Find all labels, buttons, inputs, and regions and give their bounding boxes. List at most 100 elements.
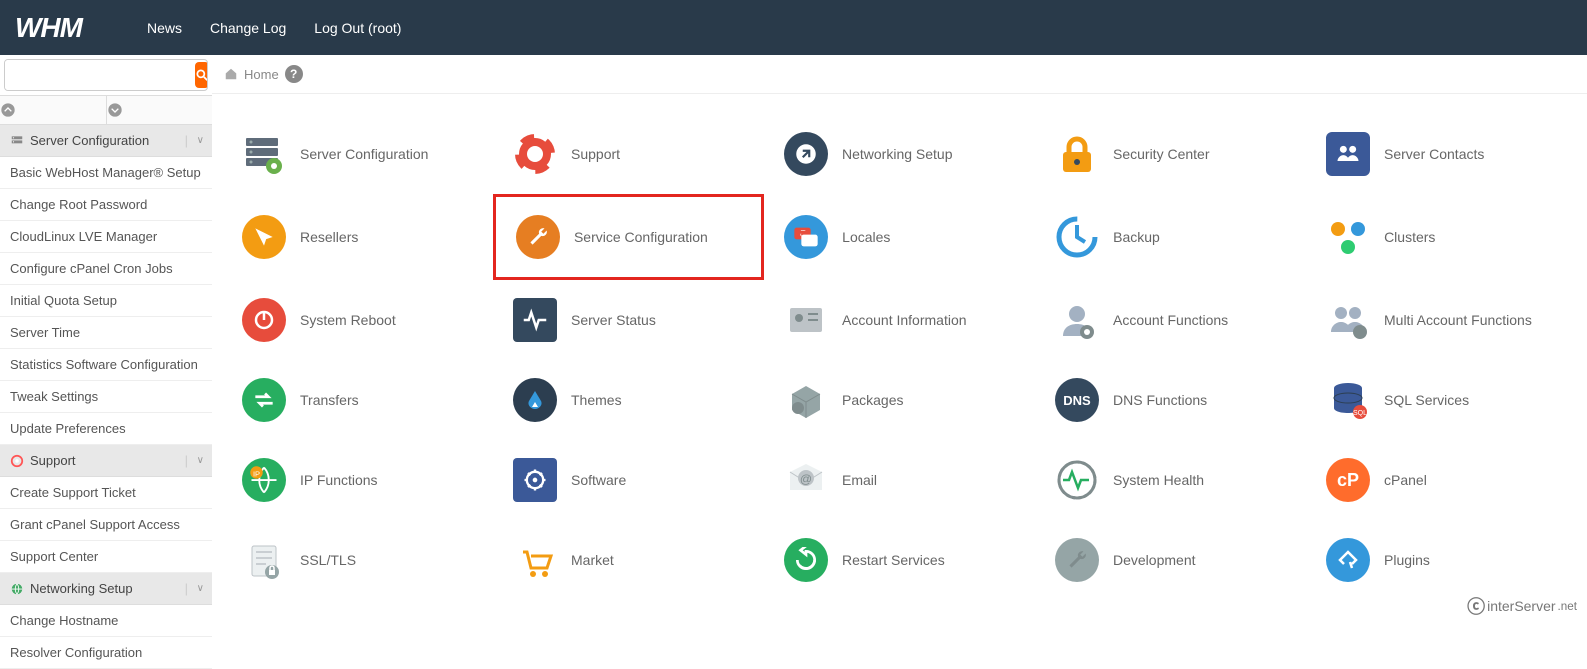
category-label: Service Configuration (574, 229, 708, 245)
sidebar-item[interactable]: Change Hostname (0, 605, 212, 637)
category-tile[interactable]: Account Information (764, 280, 1035, 360)
sidebar-item[interactable]: Grant cPanel Support Access (0, 509, 212, 541)
sidebar-item[interactable]: Basic WebHost Manager® Setup (0, 157, 212, 189)
sidebar-item[interactable]: CloudLinux LVE Manager (0, 221, 212, 253)
category-label: SQL Services (1384, 392, 1469, 408)
chevron-up-circle-icon (0, 102, 16, 118)
category-label: Server Configuration (300, 146, 428, 162)
category-label: Multi Account Functions (1384, 312, 1532, 328)
breadcrumb: Home ? (212, 55, 1587, 94)
sidebar-item[interactable]: Tweak Settings (0, 381, 212, 413)
category-label: Email (842, 472, 877, 488)
sidebar-section-header[interactable]: Server Configuration|∨ (0, 125, 212, 157)
sidebar-item[interactable]: Resolver Configuration (0, 637, 212, 669)
category-tile[interactable]: Server Status (493, 280, 764, 360)
category-tile[interactable]: Market (493, 520, 764, 600)
category-label: Plugins (1384, 552, 1430, 568)
category-tile[interactable]: Account Functions (1035, 280, 1306, 360)
category-tile[interactable]: System Health (1035, 440, 1306, 520)
category-label: Account Information (842, 312, 967, 328)
category-tile[interactable]: @ Email (764, 440, 1035, 520)
category-tile[interactable]: Transfers (222, 360, 493, 440)
category-tile[interactable]: DNSDNS Functions (1035, 360, 1306, 440)
category-label: System Health (1113, 472, 1204, 488)
whm-logo: WHM (0, 12, 147, 44)
category-tile[interactable]: cPcPanel (1306, 440, 1577, 520)
category-label: System Reboot (300, 312, 396, 328)
sidebar-item[interactable]: Server Time (0, 317, 212, 349)
category-tile[interactable]: Security Center (1035, 114, 1306, 194)
category-label: Security Center (1113, 146, 1209, 162)
category-label: Networking Setup (842, 146, 953, 162)
category-tile[interactable]: System Reboot (222, 280, 493, 360)
category-tile[interactable]: Networking Setup (764, 114, 1035, 194)
category-label: DNS Functions (1113, 392, 1207, 408)
svg-text:こ: こ (799, 229, 807, 238)
breadcrumb-home[interactable]: Home (244, 67, 279, 82)
category-label: Restart Services (842, 552, 945, 568)
category-label: Clusters (1384, 229, 1435, 245)
nav-changelog[interactable]: Change Log (210, 20, 286, 36)
search-bar (0, 55, 212, 96)
collapse-all-button[interactable] (0, 96, 107, 124)
sidebar-section-title: Server Configuration (30, 133, 149, 148)
category-label: IP Functions (300, 472, 378, 488)
category-tile[interactable]: Development (1035, 520, 1306, 600)
sidebar-section-header[interactable]: Support|∨ (0, 445, 212, 477)
category-tile[interactable]: Support (493, 114, 764, 194)
category-tile[interactable]: Resellers (222, 194, 493, 280)
category-tile[interactable]: Multi Account Functions (1306, 280, 1577, 360)
category-label: Market (571, 552, 614, 568)
sidebar-section-header[interactable]: Networking Setup|∨ (0, 573, 212, 605)
top-bar: WHM News Change Log Log Out (root) (0, 0, 1587, 55)
category-tile[interactable]: Server Contacts (1306, 114, 1577, 194)
search-button[interactable] (195, 62, 208, 88)
category-tile[interactable]: Clusters (1306, 194, 1577, 280)
category-label: Locales (842, 229, 890, 245)
main-area: Home ? Server Configuration Support Networ… (212, 55, 1587, 620)
collapse-controls (0, 96, 212, 125)
category-label: SSL/TLS (300, 552, 356, 568)
category-tile[interactable]: こ Locales (764, 194, 1035, 280)
sidebar-item[interactable]: Configure cPanel Cron Jobs (0, 253, 212, 285)
svg-text:IP: IP (253, 469, 260, 478)
svg-text:@: @ (800, 472, 812, 486)
category-tile[interactable]: Themes (493, 360, 764, 440)
sidebar-item[interactable]: Statistics Software Configuration (0, 349, 212, 381)
sidebar-item[interactable]: Change Root Password (0, 189, 212, 221)
category-grid: Server Configuration Support Networking Se… (212, 94, 1587, 620)
interserver-logo-icon: ⓒ (1467, 593, 1485, 619)
category-tile[interactable]: IP IP Functions (222, 440, 493, 520)
nav-logout[interactable]: Log Out (root) (314, 20, 401, 36)
category-label: Packages (842, 392, 903, 408)
category-tile[interactable]: Software (493, 440, 764, 520)
footer-brand: ⓒ interServer.net (1467, 593, 1577, 619)
chevron-down-icon: ∨ (197, 455, 204, 466)
chevron-down-circle-icon (107, 102, 123, 118)
sidebar-section-title: Networking Setup (30, 581, 133, 596)
sidebar-item[interactable]: Create Support Ticket (0, 477, 212, 509)
category-tile[interactable]: Restart Services (764, 520, 1035, 600)
sidebar-item[interactable]: Initial Quota Setup (0, 285, 212, 317)
category-tile[interactable]: SQL SQL Services (1306, 360, 1577, 440)
category-label: Server Status (571, 312, 656, 328)
category-tile[interactable]: Service Configuration (493, 194, 764, 280)
category-tile[interactable]: Server Configuration (222, 114, 493, 194)
expand-all-button[interactable] (107, 96, 213, 124)
search-input[interactable] (5, 60, 193, 90)
top-nav: News Change Log Log Out (root) (147, 20, 401, 36)
sidebar-item[interactable]: Support Center (0, 541, 212, 573)
category-tile[interactable]: Backup (1035, 194, 1306, 280)
left-column: Server Configuration|∨Basic WebHost Mana… (0, 55, 212, 669)
sidebar-item[interactable]: Update Preferences (0, 413, 212, 445)
category-label: Software (571, 472, 626, 488)
nav-news[interactable]: News (147, 20, 182, 36)
category-label: Transfers (300, 392, 359, 408)
category-tile[interactable]: Plugins (1306, 520, 1577, 600)
category-label: Development (1113, 552, 1196, 568)
category-label: Server Contacts (1384, 146, 1484, 162)
help-icon[interactable]: ? (285, 65, 303, 83)
svg-text:SQL: SQL (1353, 410, 1367, 417)
category-tile[interactable]: Packages (764, 360, 1035, 440)
category-tile[interactable]: SSL/TLS (222, 520, 493, 600)
